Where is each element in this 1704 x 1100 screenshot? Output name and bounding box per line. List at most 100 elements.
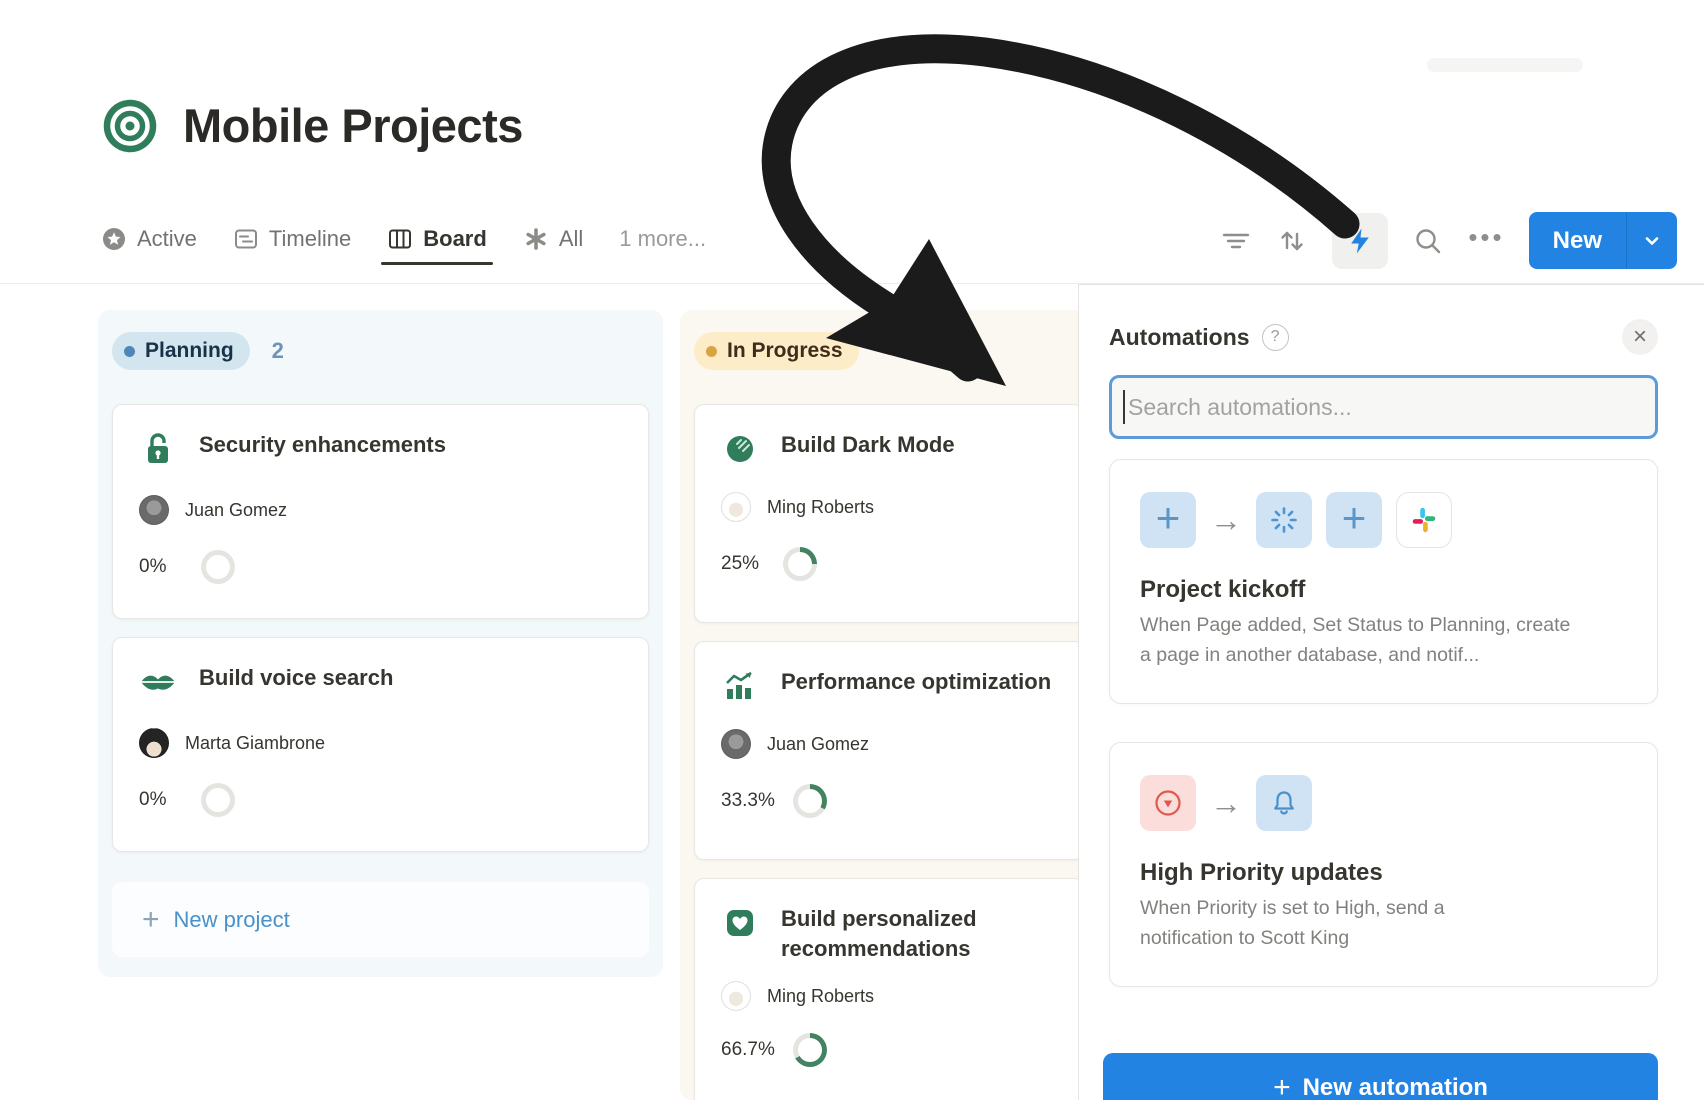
avatar-ming-roberts <box>721 492 751 522</box>
project-title: Performance optimization <box>781 667 1051 697</box>
status-badge-planning[interactable]: Planning <box>112 332 250 370</box>
lightning-icon[interactable] <box>1332 213 1388 269</box>
plus-icon: + <box>1140 492 1196 548</box>
dark-mode-icon <box>721 430 759 468</box>
project-card-security-enhancements[interactable]: Security enhancements Juan Gomez 0% <box>112 404 649 619</box>
page-header: Mobile Projects <box>103 98 523 153</box>
assignee-name: Juan Gomez <box>185 500 287 521</box>
faded-artifact <box>1427 58 1583 72</box>
spinner-icon <box>1256 492 1312 548</box>
new-button-label[interactable]: New <box>1529 212 1626 269</box>
tab-more-views[interactable]: 1 more... <box>619 214 706 264</box>
status-dot <box>706 346 717 357</box>
column-in-progress-header: In Progress <box>694 332 1136 370</box>
automation-description: When Page added, Set Status to Planning,… <box>1140 610 1585 670</box>
arrow-right-icon: → <box>1210 504 1242 536</box>
new-button[interactable]: New <box>1529 212 1677 269</box>
page-title: Mobile Projects <box>183 98 523 153</box>
sort-icon[interactable] <box>1276 226 1308 256</box>
search-icon[interactable] <box>1412 225 1444 257</box>
new-automation-label: New automation <box>1303 1074 1488 1100</box>
chevron-down-icon[interactable] <box>1627 212 1677 269</box>
automation-title: Project kickoff <box>1140 576 1627 604</box>
project-card-build-voice-search[interactable]: Build voice search Marta Giambrone 0% <box>112 637 649 852</box>
new-project-label: New project <box>174 907 290 933</box>
progress-ring <box>783 547 817 581</box>
automation-card-high-priority-updates[interactable]: → High Priority updates When Priority is… <box>1109 742 1658 987</box>
progress-label: 0% <box>139 556 183 578</box>
progress-label: 66.7% <box>721 1039 775 1061</box>
automation-card-project-kickoff[interactable]: + → <box>1109 459 1658 704</box>
project-title: Security enhancements <box>199 430 446 460</box>
avatar-ming-roberts <box>721 981 751 1011</box>
tab-label: Active <box>137 226 197 252</box>
progress-ring <box>793 784 827 818</box>
status-label: Planning <box>145 339 234 363</box>
status-dot <box>124 346 135 357</box>
tab-label: All <box>559 226 583 252</box>
progress-label: 0% <box>139 789 183 811</box>
priority-icon <box>1140 775 1196 831</box>
plus-icon: + <box>1326 492 1382 548</box>
automation-title: High Priority updates <box>1140 859 1627 887</box>
toolbar-controls: ••• New <box>1220 212 1677 269</box>
view-tabs: Active Timeline Board <box>101 214 706 264</box>
asterisk-icon <box>523 226 549 252</box>
progress-ring <box>201 783 235 817</box>
assignee-name: Juan Gomez <box>767 734 869 755</box>
timeline-icon <box>233 226 259 252</box>
lock-icon <box>139 430 177 468</box>
lips-icon <box>139 663 177 701</box>
bell-icon <box>1256 775 1312 831</box>
project-card-build-dark-mode[interactable]: Build Dark Mode Ming Roberts 25% <box>694 404 1084 623</box>
tab-label: 1 more... <box>619 226 706 252</box>
tab-all[interactable]: All <box>523 214 583 264</box>
new-automation-button[interactable]: + New automation <box>1103 1053 1658 1100</box>
project-title: Build personalized recommendations <box>781 904 1031 963</box>
automation-description: When Priority is set to High, send a not… <box>1140 893 1520 953</box>
tab-label: Timeline <box>269 226 351 252</box>
progress-ring <box>201 550 235 584</box>
tab-timeline[interactable]: Timeline <box>233 214 351 264</box>
target-icon <box>103 99 157 153</box>
column-planning: Planning 2 Security enhancements Juan <box>98 310 663 977</box>
tab-board[interactable]: Board <box>387 214 487 264</box>
notion-board-page: Mobile Projects Active Timeline <box>0 0 1704 1100</box>
heart-icon <box>721 904 759 942</box>
assignee-name: Ming Roberts <box>767 497 874 518</box>
arrow-right-icon: → <box>1210 787 1242 819</box>
automations-panel-title: Automations <box>1109 324 1250 351</box>
text-cursor <box>1123 390 1125 424</box>
close-icon[interactable]: × <box>1622 319 1658 355</box>
column-planning-header: Planning 2 <box>112 332 649 370</box>
board-icon <box>387 226 413 252</box>
project-title: Build Dark Mode <box>781 430 955 460</box>
status-label: In Progress <box>727 339 843 363</box>
column-count: 2 <box>272 338 284 364</box>
plus-icon: + <box>1273 1073 1291 1100</box>
dots-icon[interactable]: ••• <box>1468 224 1504 258</box>
automations-search <box>1109 375 1658 439</box>
assignee-name: Marta Giambrone <box>185 733 325 754</box>
progress-ring <box>793 1033 827 1067</box>
star-badge-icon <box>101 226 127 252</box>
status-badge-in-progress[interactable]: In Progress <box>694 332 859 370</box>
avatar-juan-gomez <box>721 729 751 759</box>
filter-icon[interactable] <box>1220 226 1252 256</box>
help-icon[interactable]: ? <box>1262 324 1289 351</box>
automations-panel: Automations ? × + → <box>1078 284 1704 1100</box>
project-card-performance-optimization[interactable]: Performance optimization Juan Gomez 33.3… <box>694 641 1084 860</box>
project-card-build-personalized-recommendations[interactable]: Build personalized recommendations Ming … <box>694 878 1084 1100</box>
project-title: Build voice search <box>199 663 393 693</box>
slack-icon <box>1396 492 1452 548</box>
tab-label: Board <box>423 226 487 252</box>
chart-icon <box>721 667 759 705</box>
plus-icon: + <box>142 905 160 935</box>
avatar-juan-gomez <box>139 495 169 525</box>
tab-active-view[interactable]: Active <box>101 214 197 264</box>
progress-label: 33.3% <box>721 790 775 812</box>
search-automations-input[interactable] <box>1109 375 1658 439</box>
assignee-name: Ming Roberts <box>767 986 874 1007</box>
progress-label: 25% <box>721 553 765 575</box>
new-project-button[interactable]: + New project <box>112 882 649 957</box>
